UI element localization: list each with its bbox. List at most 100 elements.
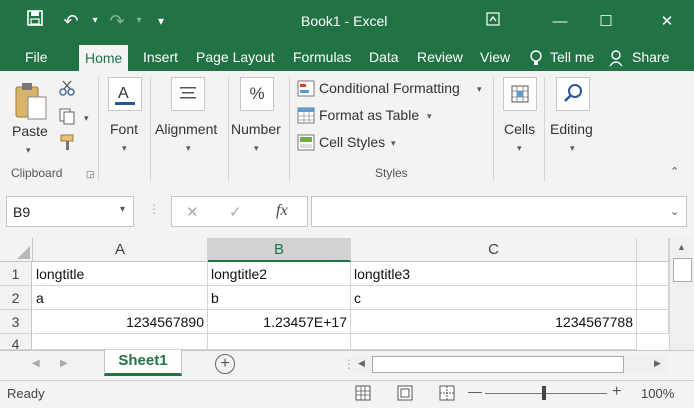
row-header-4[interactable]: 4 — [0, 334, 32, 350]
row-header-2[interactable]: 2 — [0, 286, 32, 310]
tab-review[interactable]: Review — [417, 43, 463, 71]
close-button[interactable]: ✕ — [644, 0, 690, 43]
font-label[interactable]: Font — [110, 121, 138, 137]
format-as-table-dropdown-icon[interactable]: ▾ — [427, 111, 432, 122]
name-box-dropdown-icon[interactable]: ▾ — [120, 204, 125, 215]
minimize-button[interactable]: — — [537, 0, 583, 43]
tab-page-layout[interactable]: Page Layout — [196, 43, 275, 71]
cell-c3[interactable]: 1234567788 — [351, 310, 637, 334]
name-box[interactable]: B9 ▾ — [6, 196, 134, 227]
cell-b3[interactable]: 1.23457E+17 — [208, 310, 351, 334]
zoom-slider[interactable] — [485, 393, 607, 394]
vertical-scroll-thumb[interactable] — [673, 258, 692, 282]
save-icon[interactable] — [24, 10, 46, 32]
column-header-b[interactable]: B — [208, 238, 351, 262]
row-header-1[interactable]: 1 — [0, 262, 32, 286]
cells-dropdown-icon[interactable]: ▾ — [517, 143, 522, 154]
zoom-slider-thumb[interactable] — [542, 386, 546, 400]
cancel-icon[interactable]: ✕ — [186, 203, 199, 221]
undo-dropdown-icon[interactable]: ▾ — [84, 10, 106, 32]
paste-dropdown-icon[interactable]: ▾ — [26, 145, 31, 156]
cell-d3[interactable] — [637, 310, 669, 334]
scroll-right-icon[interactable]: ▶ — [654, 358, 661, 369]
cells-icon[interactable] — [503, 77, 537, 111]
tell-me-icon[interactable] — [529, 43, 543, 71]
maximize-button[interactable]: ☐ — [583, 0, 629, 43]
alignment-icon[interactable] — [171, 77, 205, 111]
copy-dropdown-icon[interactable]: ▾ — [84, 113, 89, 124]
cell-styles-button[interactable]: Cell Styles — [319, 134, 385, 150]
cut-icon[interactable] — [58, 79, 76, 100]
zoom-level[interactable]: 100% — [641, 386, 674, 401]
cell-c1[interactable]: longtitle3 — [351, 262, 637, 286]
cell-styles-icon[interactable] — [297, 134, 315, 154]
font-dropdown-icon[interactable]: ▾ — [122, 143, 127, 154]
cells-label[interactable]: Cells — [504, 121, 535, 137]
alignment-dropdown-icon[interactable]: ▾ — [186, 143, 191, 154]
format-painter-icon[interactable] — [58, 133, 76, 154]
name-box-value[interactable]: B9 — [13, 204, 30, 220]
enter-icon[interactable]: ✓ — [229, 203, 242, 221]
redo-dropdown-icon[interactable]: ▾ — [128, 10, 150, 32]
conditional-formatting-icon[interactable] — [297, 80, 315, 100]
normal-view-icon[interactable] — [355, 385, 371, 404]
prev-sheet-icon[interactable]: ◀ — [32, 358, 40, 369]
share-icon[interactable] — [609, 43, 625, 71]
formula-input[interactable]: ⌄ — [311, 196, 687, 227]
font-icon[interactable]: A — [108, 77, 142, 111]
copy-icon[interactable] — [58, 107, 76, 128]
zoom-in-button[interactable]: + — [612, 383, 621, 401]
tab-data[interactable]: Data — [369, 43, 399, 71]
paste-label[interactable]: Paste — [12, 123, 48, 139]
share-button[interactable]: Share — [632, 43, 669, 71]
tab-home[interactable]: Home — [79, 45, 129, 71]
collapse-ribbon-icon[interactable]: ⌃ — [670, 165, 679, 178]
cell-a1[interactable]: longtitle — [33, 262, 208, 286]
number-dropdown-icon[interactable]: ▾ — [254, 143, 259, 154]
cell-d1[interactable] — [637, 262, 669, 286]
select-all-button[interactable] — [0, 238, 33, 262]
cell-a4[interactable] — [33, 334, 208, 350]
paste-icon[interactable] — [14, 81, 48, 124]
alignment-label[interactable]: Alignment — [155, 121, 217, 137]
scroll-up-icon[interactable]: ▲ — [677, 242, 686, 252]
tell-me-label[interactable]: Tell me — [550, 43, 594, 71]
customize-qat-icon[interactable]: ▾ — [150, 10, 172, 32]
row-header-3[interactable]: 3 — [0, 310, 32, 334]
sheet-tab-sheet1[interactable]: Sheet1 — [104, 350, 182, 376]
number-label[interactable]: Number — [231, 121, 281, 137]
undo-icon[interactable]: ↶ — [60, 10, 82, 32]
editing-label[interactable]: Editing — [550, 121, 593, 137]
ribbon-display-options-icon[interactable] — [470, 0, 516, 43]
number-format-icon[interactable]: % — [240, 77, 274, 111]
cell-c4[interactable] — [351, 334, 637, 350]
cell-a2[interactable]: a — [33, 286, 208, 310]
horizontal-scroll-thumb[interactable] — [372, 356, 624, 373]
column-header-a[interactable]: A — [33, 238, 208, 262]
cell-b4[interactable] — [208, 334, 351, 350]
add-sheet-button[interactable]: + — [215, 354, 235, 374]
cell-d2[interactable] — [637, 286, 669, 310]
tab-file[interactable]: File — [25, 43, 48, 71]
insert-function-icon[interactable]: fx — [276, 202, 288, 220]
zoom-out-button[interactable]: — — [468, 383, 482, 399]
page-break-view-icon[interactable] — [439, 385, 455, 404]
clipboard-launcher-icon[interactable]: ◲ — [86, 169, 95, 180]
vertical-scrollbar[interactable]: ▲ — [669, 238, 694, 350]
tab-formulas[interactable]: Formulas — [293, 43, 351, 71]
horizontal-scrollbar[interactable]: ◀ ▶ — [354, 355, 667, 373]
editing-dropdown-icon[interactable]: ▾ — [570, 143, 575, 154]
cell-c2[interactable]: c — [351, 286, 637, 310]
format-as-table-icon[interactable] — [297, 107, 315, 127]
tab-view[interactable]: View — [480, 43, 510, 71]
cell-a3[interactable]: 1234567890 — [33, 310, 208, 334]
conditional-formatting-button[interactable]: Conditional Formatting — [319, 80, 460, 96]
tab-insert[interactable]: Insert — [143, 43, 178, 71]
scroll-left-icon[interactable]: ◀ — [358, 358, 365, 369]
editing-search-icon[interactable] — [556, 77, 590, 111]
page-layout-view-icon[interactable] — [397, 385, 413, 404]
expand-formula-bar-icon[interactable]: ⌄ — [670, 205, 679, 218]
redo-icon[interactable]: ↷ — [106, 10, 128, 32]
conditional-formatting-dropdown-icon[interactable]: ▾ — [477, 84, 482, 95]
next-sheet-icon[interactable]: ▶ — [60, 358, 68, 369]
